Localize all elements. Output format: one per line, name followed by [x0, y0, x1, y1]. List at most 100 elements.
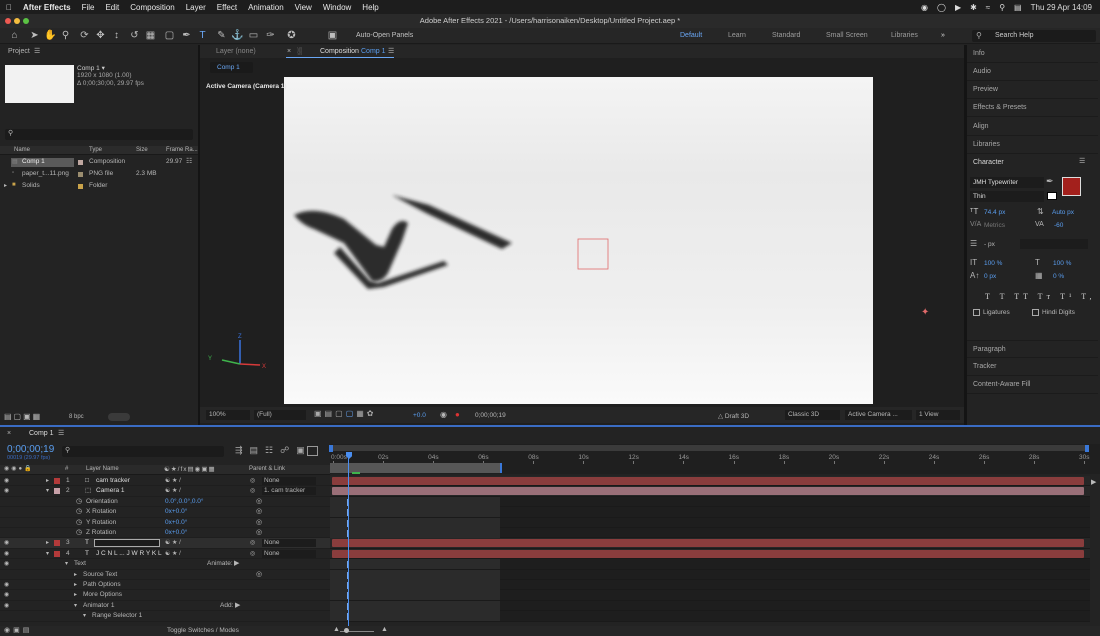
label-color-swatch[interactable] — [54, 550, 60, 557]
panel-menu-icon[interactable]: ☰ — [388, 47, 394, 55]
type-tool-icon[interactable]: T — [196, 29, 209, 42]
property-value[interactable]: Add: — [220, 601, 233, 611]
timeline-layer-row[interactable]: ◉ ▸ Path Options — [0, 580, 330, 591]
zoom-tool-icon[interactable]: ⚲ — [59, 29, 72, 42]
expand-arrow-icon[interactable]: ▸ — [74, 590, 77, 600]
panel-audio[interactable]: Audio — [967, 63, 1098, 81]
layer-duration-bar[interactable] — [332, 487, 1084, 496]
layer-duration-bar[interactable] — [332, 477, 1084, 485]
work-area-end[interactable] — [1085, 445, 1089, 452]
snapshot-icon[interactable]: ◉ — [440, 410, 447, 419]
orbit-tool-icon[interactable]: ⟳ — [78, 29, 91, 42]
camera-target-box[interactable] — [577, 238, 609, 270]
visibility-eye-icon[interactable]: ◉ — [4, 559, 9, 569]
panel-tracker[interactable]: Tracker — [967, 358, 1098, 376]
stopwatch-icon[interactable]: ◷ — [76, 497, 82, 507]
tab-composition[interactable]: Composition — [320, 48, 359, 55]
stroke-type-dropdown[interactable] — [1020, 239, 1088, 249]
expand-arrow-icon[interactable]: ▾ — [46, 549, 49, 559]
comp-canvas[interactable] — [284, 77, 873, 404]
flowchart-icon[interactable]: ☷ — [186, 157, 192, 165]
camera-value[interactable]: Active Camera ... — [848, 411, 898, 418]
selection-tool-icon[interactable]: ➤ — [28, 29, 41, 42]
col-layer-name[interactable]: Layer Name — [86, 466, 119, 472]
expand-arrow-icon[interactable]: ▸ — [74, 580, 77, 590]
zoom-in-icon[interactable]: ▲ — [381, 626, 388, 633]
panel-content-aware-fill[interactable]: Content-Aware Fill — [967, 376, 1098, 394]
resolution-value[interactable]: (Full) — [257, 411, 272, 418]
layer-name[interactable]: cam tracker — [96, 476, 130, 486]
creative-cloud-icon[interactable]: ◉ — [921, 3, 928, 12]
workspace-learn[interactable]: Learn — [728, 32, 746, 39]
layer-switches[interactable]: ☯ ★ / — [165, 549, 181, 559]
graph-editor-icon[interactable] — [307, 446, 318, 456]
panel-effects-presets[interactable]: Effects & Presets — [967, 99, 1098, 117]
exposure-value[interactable]: +0.0 — [413, 412, 426, 419]
parent-value[interactable]: None — [264, 477, 280, 484]
visibility-eye-icon[interactable]: ◉ — [4, 486, 9, 496]
layer-name[interactable]: Camera 1 — [96, 486, 125, 496]
menu-edit[interactable]: Edit — [105, 3, 119, 12]
panel-menu-icon[interactable]: ☰ — [58, 429, 64, 437]
maximize-window-button[interactable] — [23, 18, 29, 24]
status-icon[interactable]: ◯ — [937, 3, 946, 12]
work-area-bar[interactable] — [331, 445, 1089, 451]
layer-duration-bar[interactable] — [332, 549, 1084, 558]
home-icon[interactable]: ⌂ — [8, 29, 21, 42]
menu-help[interactable]: Help — [362, 3, 378, 12]
workspace-default[interactable]: Default — [680, 32, 702, 39]
font-family-value[interactable]: JMH Typewriter — [973, 179, 1018, 186]
font-style-value[interactable]: Thin — [973, 193, 986, 200]
visibility-eye-icon[interactable]: ◉ — [4, 538, 9, 548]
rotation-tool-icon[interactable]: ↺ — [128, 29, 141, 42]
lock-icon[interactable]: ░ — [297, 48, 302, 55]
close-window-button[interactable] — [5, 18, 11, 24]
pick-whip-icon[interactable]: ◎ — [250, 538, 255, 548]
visibility-eye-icon[interactable]: ◉ — [4, 590, 9, 600]
stroke-width-value[interactable]: - px — [984, 241, 995, 248]
menu-view[interactable]: View — [295, 3, 312, 12]
project-item-solids[interactable]: ▸ ■ Solids Folder — [0, 181, 198, 192]
project-search-input[interactable]: ⚲ — [5, 129, 193, 140]
hindi-digits-checkbox[interactable] — [1032, 309, 1039, 316]
parent-value[interactable]: None — [264, 539, 280, 546]
renderer-value[interactable]: Classic 3D — [788, 411, 819, 418]
label-color-swatch[interactable] — [54, 488, 60, 495]
clone-stamp-tool-icon[interactable]: ⚓ — [231, 29, 244, 42]
timeline-layer-row[interactable]: ◉ ▾ 2 ⬚ Camera 1 ☯ ★ / ◎ 1. cam tracker — [0, 486, 330, 497]
search-help-input[interactable]: Search Help — [995, 32, 1034, 39]
panel-menu-icon[interactable]: ☰ — [34, 47, 40, 55]
timeline-layer-row[interactable]: ▾ Range Selector 1 — [0, 611, 330, 622]
text-style-buttons[interactable]: T T TT Tт T¹ T, — [985, 292, 1096, 301]
bit-depth-label[interactable]: 8 bpc — [69, 414, 84, 420]
layer-name[interactable]: J C N L ... J W R Y K L — [96, 549, 162, 559]
layer-name-input[interactable] — [94, 539, 160, 548]
control-center-icon[interactable]: ▤ — [1014, 3, 1022, 12]
expression-icon[interactable]: ◎ — [256, 528, 262, 538]
draft-3d-icon[interactable]: △ — [718, 413, 725, 420]
col-name[interactable]: Name — [14, 147, 30, 153]
visibility-eye-icon[interactable]: ◉ — [4, 476, 9, 486]
property-value[interactable]: Animate: — [207, 559, 233, 569]
expand-arrow-icon[interactable]: ▾ — [46, 486, 49, 496]
timeline-layer-row[interactable]: ◉ ▾ Animator 1 Add: ▶ — [0, 601, 330, 612]
animate-menu-icon[interactable]: ▶ — [234, 559, 239, 569]
expand-arrow-icon[interactable]: ▸ — [46, 538, 49, 548]
search-icon[interactable]: ⚲ — [999, 3, 1005, 12]
expand-arrow-icon[interactable]: ▸ — [74, 570, 77, 580]
property-value[interactable]: 0x+0.0° — [165, 528, 187, 538]
expression-icon[interactable]: ◎ — [256, 570, 262, 580]
tsume-value[interactable]: 0 % — [1053, 273, 1064, 280]
dolly-tool-icon[interactable]: ↕ — [110, 29, 123, 42]
expand-arrow-icon[interactable]: ▾ — [83, 611, 86, 621]
timeline-layer-row[interactable]: ◉ ▸ 3 T ☯ ★ / ◎ None — [0, 538, 330, 549]
expand-arrow-icon[interactable]: ▾ — [74, 601, 77, 611]
pan-tool-icon[interactable]: ✥ — [94, 29, 107, 42]
comp-name-label[interactable]: Comp 1 ▾ — [77, 64, 105, 72]
stopwatch-icon[interactable]: ◷ — [76, 518, 82, 528]
add-menu-icon[interactable]: ▶ — [235, 601, 240, 611]
stopwatch-icon[interactable]: ◷ — [76, 507, 82, 517]
fill-color-swatch[interactable] — [1062, 177, 1081, 196]
property-value[interactable]: 0.0°,0.0°,0.0° — [165, 497, 204, 507]
bluetooth-icon[interactable]: ✱ — [970, 3, 977, 12]
